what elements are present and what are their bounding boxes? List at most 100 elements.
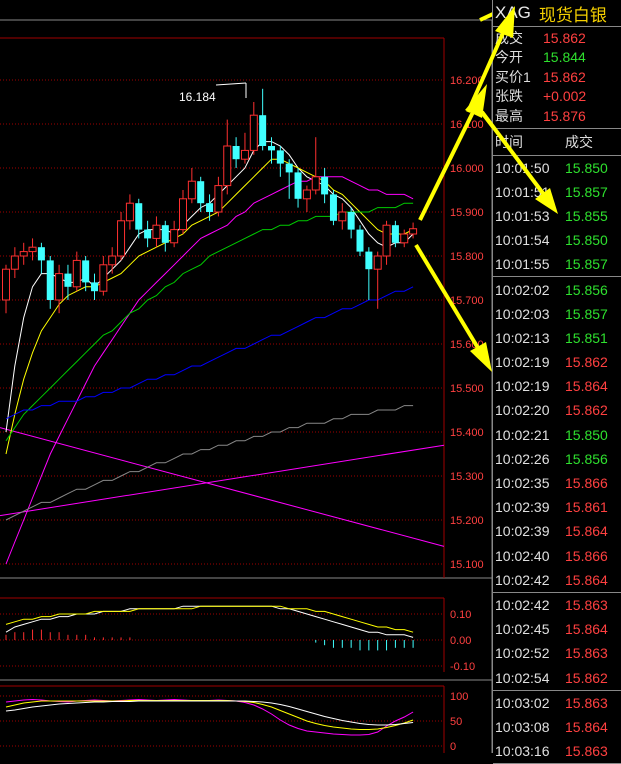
- candle: [250, 102, 257, 155]
- trade-price: 15.862: [565, 670, 608, 686]
- macd-tick-label: -0.10: [450, 661, 475, 673]
- candle-body: [29, 247, 36, 251]
- kdj-line: [6, 700, 413, 736]
- trade-row[interactable]: 10:02:1315.851: [493, 326, 621, 350]
- candle: [312, 137, 319, 194]
- trade-row[interactable]: 10:02:2015.862: [493, 398, 621, 422]
- candle: [56, 265, 63, 313]
- dea-line: [6, 606, 413, 632]
- trade-time: 10:02:42: [493, 597, 565, 613]
- candle-body: [135, 203, 142, 229]
- quote-row: 今开15.844: [493, 48, 621, 68]
- candle-body: [64, 274, 71, 287]
- trade-row[interactable]: 10:02:4215.864: [493, 568, 621, 592]
- trade-row[interactable]: 10:03:1615.863: [493, 739, 621, 763]
- candlesticks: [3, 89, 417, 313]
- macd-grid: [0, 598, 444, 672]
- trade-row[interactable]: 10:01:5415.850: [493, 228, 621, 252]
- quote-value: 15.862: [543, 69, 586, 85]
- kdj-line: [6, 701, 413, 725]
- candle: [295, 168, 302, 208]
- trade-row[interactable]: 10:02:0315.857: [493, 302, 621, 326]
- candle: [206, 194, 213, 220]
- quote-summary: 成交15.862今开15.844买价115.862张跌+0.002最高15.87…: [493, 27, 621, 129]
- candle-body: [215, 186, 222, 212]
- candle-body: [348, 212, 355, 230]
- trade-row[interactable]: 10:02:4515.864: [493, 617, 621, 641]
- trade-row[interactable]: 10:01:5315.855: [493, 204, 621, 228]
- trade-row[interactable]: 10:02:5415.862: [493, 665, 621, 689]
- trade-time: 10:02:42: [493, 572, 565, 588]
- trade-time: 10:02:54: [493, 670, 565, 686]
- trade-price: 15.856: [565, 451, 608, 467]
- trade-row[interactable]: 10:01:5115.857: [493, 180, 621, 204]
- candle: [215, 177, 222, 217]
- annotation-arrows: [416, 6, 492, 372]
- candle-body: [100, 265, 107, 291]
- candle: [401, 230, 408, 248]
- candle-body: [233, 146, 240, 159]
- trade-row[interactable]: 10:03:0215.863: [493, 691, 621, 715]
- price-tick-label: 15.200: [450, 515, 484, 527]
- candle-body: [383, 225, 390, 256]
- quote-label: 最高: [493, 106, 543, 126]
- trade-time: 10:02:13: [493, 330, 565, 346]
- candle-body: [224, 146, 231, 186]
- trade-row[interactable]: 10:01:5015.850: [493, 156, 621, 180]
- trend-line: [0, 445, 444, 515]
- price-tick-label: 15.400: [450, 427, 484, 439]
- quote-value: 15.862: [543, 30, 586, 46]
- trade-row[interactable]: 10:02:2615.856: [493, 447, 621, 471]
- symbol-header[interactable]: XAG 现货白银: [493, 0, 621, 27]
- kdj-tick-label: 100: [450, 691, 468, 703]
- trade-time: 10:01:51: [493, 184, 565, 200]
- candle-body: [339, 212, 346, 221]
- chart-area[interactable]: 16.20016.10016.00015.90015.80015.70015.6…: [0, 0, 492, 753]
- candle-body: [259, 115, 266, 146]
- kline-chart[interactable]: 16.20016.10016.00015.90015.80015.70015.6…: [0, 0, 492, 753]
- kdj-tick-label: 50: [450, 716, 462, 728]
- quote-row: 张跌+0.002: [493, 87, 621, 107]
- trade-price: 15.850: [565, 427, 608, 443]
- candle: [180, 190, 187, 234]
- high-price-label: 16.184: [179, 90, 216, 104]
- macd-tick-label: 0.10: [450, 609, 471, 621]
- trade-row[interactable]: 10:01:5515.857: [493, 252, 621, 276]
- trade-row[interactable]: 10:02:4015.866: [493, 544, 621, 568]
- trade-row[interactable]: 10:03:0815.864: [493, 715, 621, 739]
- trade-row[interactable]: 10:02:1915.864: [493, 374, 621, 398]
- trade-time: 10:02:03: [493, 306, 565, 322]
- trade-row[interactable]: 10:02:5215.863: [493, 641, 621, 665]
- candle: [82, 256, 89, 291]
- candle-body: [374, 256, 381, 269]
- trade-row[interactable]: 10:02:2115.850: [493, 423, 621, 447]
- macd-lines: [6, 606, 413, 637]
- trade-row[interactable]: 10:02:3515.866: [493, 471, 621, 495]
- trade-row[interactable]: 10:02:1915.862: [493, 350, 621, 374]
- candle: [20, 243, 27, 265]
- trade-price: 15.866: [565, 548, 608, 564]
- candle: [259, 89, 266, 151]
- trade-price: 15.862: [565, 402, 608, 418]
- trade-group: 10:02:4215.86310:02:4515.86410:02:5215.8…: [493, 593, 621, 691]
- trade-row[interactable]: 10:02:4215.863: [493, 593, 621, 617]
- kdj-grid: [0, 686, 444, 753]
- trade-price: 15.850: [565, 160, 608, 176]
- candle-body: [401, 234, 408, 243]
- kdj-line: [6, 701, 413, 730]
- trade-row[interactable]: 10:02:3915.861: [493, 495, 621, 519]
- trade-time: 10:02:26: [493, 451, 565, 467]
- quote-label: 张跌: [493, 86, 543, 106]
- trade-row[interactable]: 10:02:0215.856: [493, 277, 621, 301]
- candle-body: [38, 247, 45, 260]
- trade-price: 15.864: [565, 621, 608, 637]
- trade-row[interactable]: 10:02:3915.864: [493, 519, 621, 543]
- ma250-line: [6, 406, 413, 520]
- candle: [162, 221, 169, 252]
- trade-time: 10:02:35: [493, 475, 565, 491]
- candle-body: [295, 172, 302, 198]
- trade-price: 15.857: [565, 306, 608, 322]
- candle: [383, 221, 390, 265]
- trade-time: 10:02:19: [493, 378, 565, 394]
- trade-ticks-list[interactable]: 10:01:5015.85010:01:5115.85710:01:5315.8…: [493, 156, 621, 764]
